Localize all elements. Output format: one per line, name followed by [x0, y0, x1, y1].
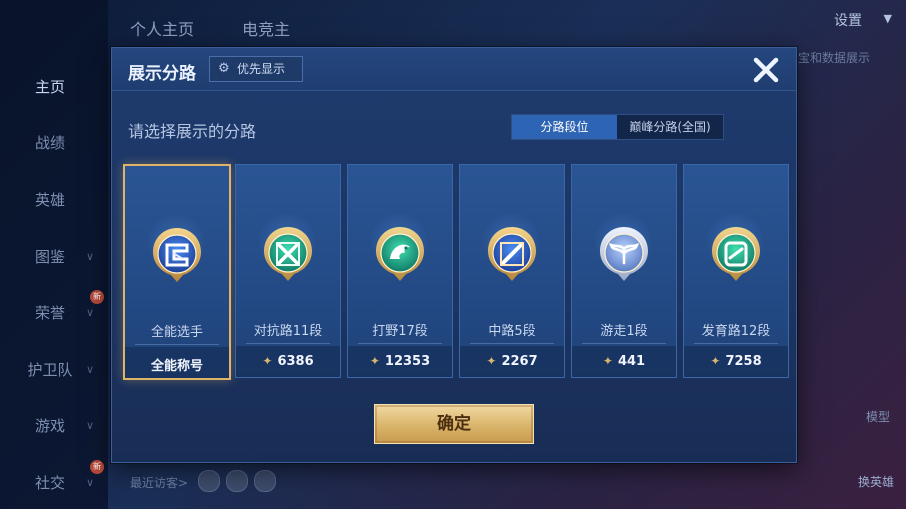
- lane-points: ✦ 7258: [684, 354, 788, 369]
- new-badge: 新: [90, 460, 104, 474]
- divider: [135, 344, 219, 345]
- mid-lane-emblem-icon: [488, 227, 536, 281]
- lane-card[interactable]: 中路5段 ✦ 2267: [459, 164, 565, 378]
- tab-personal-home[interactable]: 个人主页: [130, 16, 194, 40]
- lane-card[interactable]: 对抗路11段 ✦ 6386: [235, 164, 341, 378]
- chevron-down-icon[interactable]: ▼: [884, 12, 892, 25]
- clash-lane-emblem-icon: [264, 227, 312, 281]
- farm-lane-emblem-icon: [712, 227, 760, 281]
- all-round-title-tag: 全能称号: [150, 359, 203, 374]
- model-button[interactable]: 模型: [866, 408, 890, 425]
- sidebar-item[interactable]: 游戏: [0, 415, 100, 436]
- lane-rank-label: 发育路12段: [701, 324, 771, 339]
- switch-hero-button[interactable]: 换英雄: [858, 473, 894, 490]
- divider: [470, 343, 554, 344]
- lane-rank-label: 中路5段: [488, 324, 536, 339]
- chevron-down-icon: ∨: [86, 250, 95, 263]
- rank-star-icon: ✦: [710, 354, 721, 368]
- points-value: 441: [617, 354, 646, 369]
- rank-star-icon: ✦: [602, 354, 613, 368]
- dialog-title: 展示分路: [128, 64, 196, 84]
- lane-card[interactable]: 游走1段 ✦ 441: [571, 164, 677, 378]
- points-value: 12353: [384, 354, 431, 369]
- settings-button[interactable]: 设置: [834, 10, 862, 30]
- lane-mode-segmented-control: 分路段位 巅峰分路(全国): [511, 114, 724, 140]
- avatar[interactable]: [198, 470, 220, 492]
- chevron-down-icon: ∨: [86, 419, 95, 432]
- sidebar-item[interactable]: 社交: [0, 472, 100, 493]
- rank-star-icon: ✦: [369, 354, 380, 368]
- points-value: 6386: [277, 354, 314, 369]
- sidebar-item[interactable]: 英雄: [0, 189, 100, 210]
- rank-star-icon: ✦: [262, 354, 273, 368]
- dialog-header: 展示分路 ⚙ 优先显示: [112, 48, 796, 91]
- lane-card[interactable]: 全能选手 全能称号: [123, 164, 231, 380]
- sidebar-item[interactable]: 主页: [0, 76, 100, 97]
- lane-card[interactable]: 发育路12段 ✦ 7258: [683, 164, 789, 378]
- roam-wings-emblem-icon: [600, 227, 648, 281]
- sidebar-item[interactable]: 护卫队: [0, 359, 100, 380]
- priority-display-button[interactable]: ⚙ 优先显示: [209, 56, 303, 82]
- close-icon: [753, 57, 779, 83]
- divider: [694, 343, 778, 344]
- lane-points: ✦ 6386: [236, 354, 340, 369]
- close-button[interactable]: [750, 54, 782, 86]
- recent-visitors-link[interactable]: 最近访客>: [130, 474, 188, 491]
- avatar[interactable]: [226, 470, 248, 492]
- chevron-down-icon: ∨: [86, 363, 95, 376]
- divider: [246, 343, 330, 344]
- lane-points: ✦ 2267: [460, 354, 564, 369]
- tab-esports[interactable]: 电竞主: [242, 16, 290, 40]
- points-value: 2267: [501, 354, 538, 369]
- divider: [582, 343, 666, 344]
- chevron-down-icon: ∨: [86, 476, 95, 489]
- avatar[interactable]: [254, 470, 276, 492]
- lane-rank-label: 游走1段: [600, 324, 648, 339]
- priority-display-label: 优先显示: [237, 62, 286, 76]
- divider: [358, 343, 442, 344]
- dialog-subtitle: 请选择展示的分路: [128, 122, 257, 141]
- lane-rank-label: 全能选手: [150, 325, 203, 340]
- lane-points: ✦ 441: [572, 354, 676, 369]
- sidebar-item[interactable]: 图鉴: [0, 246, 100, 267]
- new-badge: 新: [90, 290, 104, 304]
- tab-lane-rank[interactable]: 分路段位: [512, 115, 617, 139]
- jungle-dragon-emblem-icon: [376, 227, 424, 281]
- points-value: 7258: [725, 354, 762, 369]
- gear-icon: ⚙: [218, 61, 230, 76]
- chevron-down-icon: ∨: [86, 306, 95, 319]
- lane-rank-label: 对抗路11段: [253, 324, 323, 339]
- confirm-button[interactable]: 确定: [374, 404, 534, 444]
- lane-rank-label: 打野17段: [372, 324, 428, 339]
- all-round-emblem-icon: [153, 228, 201, 282]
- tab-peak-lane-national[interactable]: 巅峰分路(全国): [617, 115, 723, 139]
- data-display-note: 宝和数据展示: [797, 51, 870, 65]
- sidebar-item[interactable]: 荣誉: [0, 302, 100, 323]
- sidebar-item[interactable]: 战绩: [0, 132, 100, 153]
- lane-display-dialog: 展示分路 ⚙ 优先显示 请选择展示的分路 分路段位 巅峰分路(全国) 全能选手全…: [111, 47, 797, 463]
- lane-card[interactable]: 打野17段 ✦ 12353: [347, 164, 453, 378]
- rank-star-icon: ✦: [486, 354, 497, 368]
- lane-points: ✦ 12353: [348, 354, 452, 369]
